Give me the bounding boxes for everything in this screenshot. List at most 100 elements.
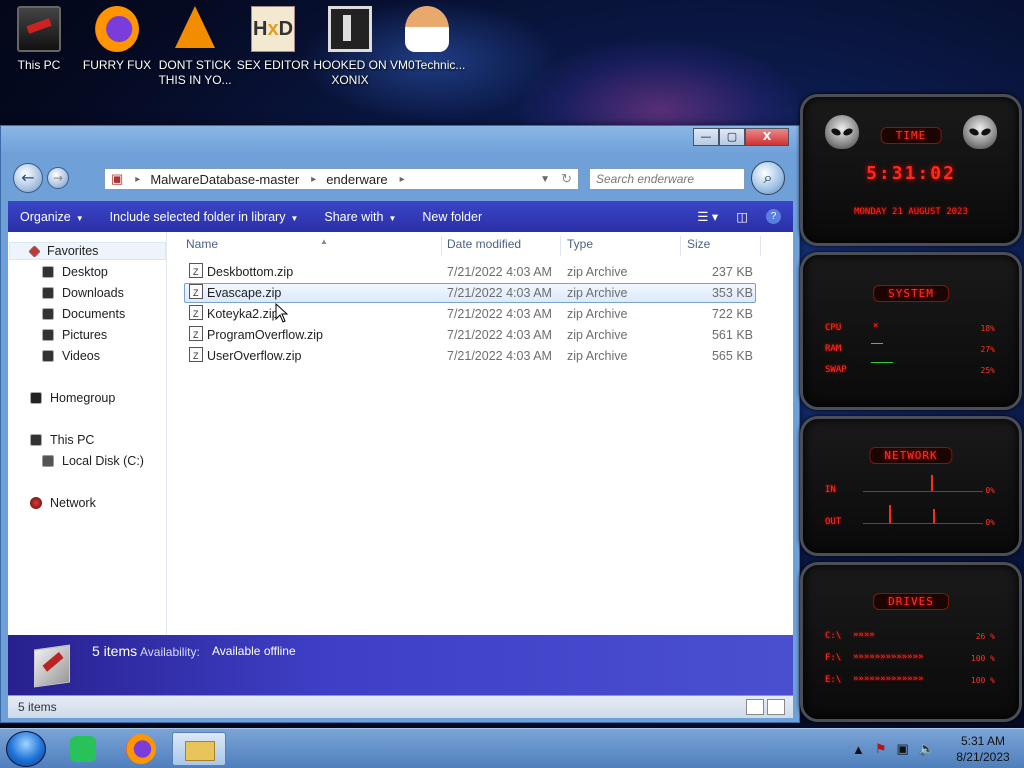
cpu-marker-icon: × — [873, 321, 879, 331]
search-input[interactable]: Search enderware — [589, 168, 745, 190]
explorer-window: — ▢ X ← → ▣ ▸ MalwareDatabase-master ▸ e… — [0, 125, 800, 723]
desktop-icon-sex-editor[interactable]: HxD SEX EDITOR — [236, 6, 310, 73]
chevron-down-icon: ▼ — [388, 213, 397, 223]
minimize-button[interactable]: — — [693, 128, 719, 146]
desktop-icon-hooked-on-xonix[interactable]: HOOKED ON XONIX — [313, 6, 387, 88]
folder-icon — [185, 741, 215, 761]
nav-label: Documents — [62, 307, 126, 321]
desktop-icon-this-pc[interactable]: This PC — [2, 6, 76, 73]
start-orb-icon[interactable] — [6, 731, 46, 767]
table-row[interactable]: UserOverflow.zip 7/21/2022 4:03 AM zip A… — [184, 346, 756, 366]
breadcrumb-chevron-icon[interactable]: ▸ — [131, 174, 144, 185]
gadget-title: SYSTEM — [873, 285, 949, 302]
action-center-flag-icon[interactable]: ⚑ — [875, 741, 887, 757]
status-text: 5 items — [18, 700, 57, 714]
alien-head-icon — [963, 115, 997, 149]
column-header-date[interactable]: Date modified — [441, 236, 561, 256]
time-gadget[interactable]: TIME 5:31:02 MONDAY 21 AUGUST 2023 — [800, 94, 1022, 246]
view-options-icon[interactable]: ☰ ▾ — [697, 209, 718, 224]
table-row[interactable]: Koteyka2.zip 7/21/2022 4:03 AM zip Archi… — [184, 304, 756, 324]
file-type: zip Archive — [567, 286, 628, 300]
nav-item-favorites[interactable]: Favorites — [9, 242, 166, 260]
xonix-game-icon — [328, 6, 372, 52]
nav-label: Desktop — [62, 265, 108, 279]
file-explorer-taskbar-button[interactable] — [172, 732, 226, 766]
hxd-editor-icon: HxD — [251, 6, 295, 52]
forward-button[interactable]: → — [47, 167, 69, 189]
share-label: Share with — [324, 209, 384, 224]
breadcrumb-chevron-icon[interactable]: ▸ — [396, 174, 409, 185]
maximize-button[interactable]: ▢ — [719, 128, 745, 146]
new-folder-button[interactable]: New folder — [410, 210, 496, 224]
chevron-up-icon[interactable]: ▲ — [852, 742, 865, 757]
preview-pane-icon[interactable]: ◫ — [736, 209, 748, 224]
large-icons-view-icon[interactable] — [767, 699, 785, 715]
nav-item-pictures[interactable]: Pictures — [42, 326, 107, 344]
nav-item-documents[interactable]: Documents — [42, 305, 125, 323]
organize-button[interactable]: Organize ▼ — [8, 210, 98, 224]
address-bar[interactable]: ▣ ▸ MalwareDatabase-master ▸ enderware ▸… — [104, 168, 579, 190]
drives-gadget[interactable]: DRIVES C:\ »»»» 26 % F:\ »»»»»»»»»»»»» 1… — [800, 562, 1022, 722]
nav-item-desktop[interactable]: Desktop — [42, 263, 108, 281]
swap-label: SWAP — [825, 365, 847, 375]
ram-label: RAM — [825, 344, 842, 354]
back-button[interactable]: ← — [13, 163, 43, 193]
system-gadget[interactable]: SYSTEM CPU × 18% RAM 27% SWAP 25% — [800, 252, 1022, 410]
refresh-icon[interactable]: ↻ — [561, 171, 572, 187]
swap-value: 25% — [980, 366, 995, 375]
desktop-icon-furry-fux[interactable]: FURRY FUX — [80, 6, 154, 73]
share-with-button[interactable]: Share with ▼ — [312, 210, 410, 224]
table-row[interactable]: Deskbottom.zip 7/21/2022 4:03 AM zip Arc… — [184, 262, 756, 282]
net-in-value: 0% — [985, 486, 995, 495]
drive-icon — [42, 455, 54, 467]
file-name: Koteyka2.zip — [207, 307, 279, 321]
file-size: 722 KB — [711, 307, 753, 321]
nav-item-network[interactable]: Network — [30, 494, 96, 512]
details-view-icon[interactable] — [746, 699, 764, 715]
nav-label: This PC — [50, 433, 95, 447]
chat-app-icon[interactable] — [70, 736, 96, 762]
file-type: zip Archive — [567, 265, 628, 279]
nav-label: Homegroup — [50, 391, 116, 405]
nav-item-homegroup[interactable]: Homegroup — [30, 389, 115, 407]
firefox-icon[interactable] — [126, 734, 156, 764]
network-gadget[interactable]: NETWORK IN 0% OUT 0% — [800, 416, 1022, 556]
breadcrumb-chevron-icon[interactable]: ▸ — [307, 174, 320, 185]
file-name: Evascape.zip — [207, 286, 282, 300]
column-header-type[interactable]: Type — [561, 236, 681, 256]
mouse-cursor-icon — [275, 303, 289, 323]
breadcrumb-item[interactable]: MalwareDatabase-master — [144, 172, 307, 187]
desktop-icon-dont-stick[interactable]: DONT STICK THIS IN YO... — [158, 6, 232, 88]
drive-f-label: F:\ — [825, 653, 842, 663]
desktop-icon-vm0technic[interactable]: VM0Technic... — [390, 6, 466, 73]
swap-bar — [871, 362, 893, 363]
help-icon[interactable]: ? — [766, 209, 781, 224]
drive-f-bar-icon: »»»»»»»»»»»»» — [853, 652, 924, 662]
file-name: ProgramOverflow.zip — [207, 328, 324, 342]
include-label: Include selected folder in library — [109, 209, 286, 224]
sort-ascending-icon: ▲ — [320, 237, 328, 246]
star-icon — [28, 244, 41, 258]
nav-item-downloads[interactable]: Downloads — [42, 284, 124, 302]
drive-e-value: 100 % — [970, 676, 995, 685]
nav-item-videos[interactable]: Videos — [42, 347, 100, 365]
chevron-down-icon[interactable]: ▼ — [540, 174, 550, 185]
table-row[interactable]: ProgramOverflow.zip 7/21/2022 4:03 AM zi… — [184, 325, 756, 345]
breadcrumb-item[interactable]: enderware — [320, 172, 395, 187]
network-status-icon[interactable]: ▣ — [897, 741, 909, 757]
window-titlebar[interactable]: — ▢ X — [1, 126, 799, 154]
search-icon[interactable]: ⌕ — [751, 161, 785, 195]
volume-icon[interactable]: 🔈 — [919, 741, 935, 757]
nav-item-local-disk[interactable]: Local Disk (C:) — [42, 452, 144, 470]
explorer-content: Favorites Desktop Downloads Documents Pi… — [8, 232, 793, 635]
nav-item-this-pc[interactable]: This PC — [30, 431, 94, 449]
taskbar-clock[interactable]: 5:31 AM 8/21/2023 — [950, 733, 1016, 765]
include-in-library-button[interactable]: Include selected folder in library ▼ — [98, 210, 313, 224]
table-row-selected[interactable]: Evascape.zip 7/21/2022 4:03 AM zip Archi… — [184, 283, 756, 303]
ram-bar — [871, 343, 883, 344]
column-header-name[interactable]: ▲ Name — [180, 236, 442, 256]
desktop-icon-label: VM0Technic... — [390, 58, 466, 72]
close-button[interactable]: X — [745, 128, 789, 146]
navigation-pane: Favorites Desktop Downloads Documents Pi… — [8, 232, 167, 635]
column-header-size[interactable]: Size — [681, 236, 761, 256]
